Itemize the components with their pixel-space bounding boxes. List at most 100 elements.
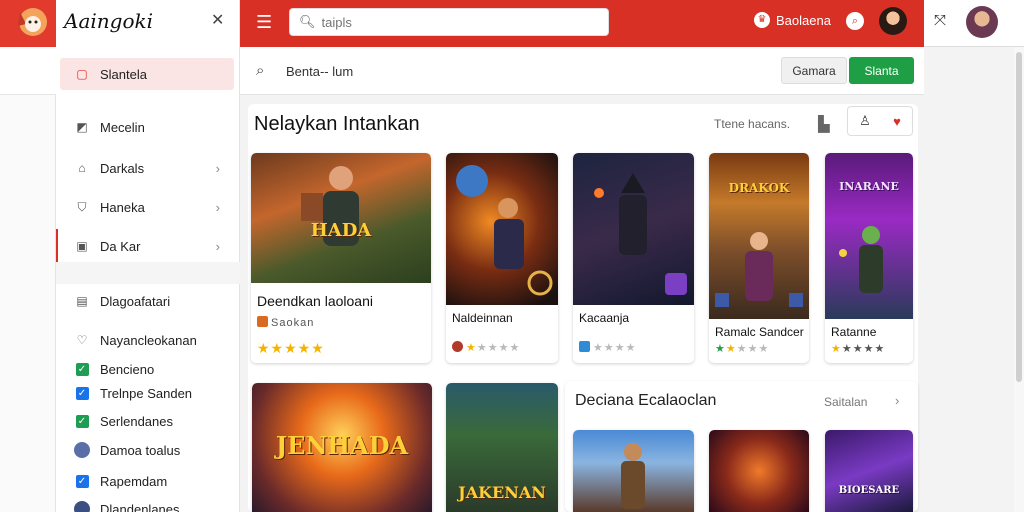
search-input[interactable] xyxy=(321,14,602,30)
warrior-icon xyxy=(456,165,553,296)
sidebar-item-label: Bencieno xyxy=(100,361,155,377)
header-search-icon[interactable]: ⌕ xyxy=(846,12,864,30)
image-icon: ▣ xyxy=(76,239,88,253)
header-avatar[interactable] xyxy=(879,7,907,35)
sidebar-sub-item[interactable]: ▤ Dlagoafatari xyxy=(56,285,240,317)
game-title: Deendkan laoloani xyxy=(257,293,373,309)
rogue-icon xyxy=(594,173,687,295)
star-rating: ★★★★★ xyxy=(715,343,770,355)
sidebar-item-label: Rapemdam xyxy=(100,473,168,489)
game-art: DRAKOK xyxy=(709,153,809,319)
section-meta[interactable]: Ttene hacans. xyxy=(714,117,790,131)
game-card[interactable] xyxy=(573,430,694,512)
avatar-icon xyxy=(74,501,90,512)
sidebar-item-label: Nayancleokanan xyxy=(100,332,197,348)
sidebar-divider xyxy=(56,262,240,284)
star-rating: ★★★★★ xyxy=(452,341,520,354)
chevron-right-icon: › xyxy=(215,238,220,254)
section-title: Nelaykan Intankan xyxy=(254,113,420,135)
star-rating: ★★★★ xyxy=(579,341,636,354)
chevron-right-icon[interactable]: › xyxy=(895,393,899,408)
chevron-right-icon: › xyxy=(215,160,220,176)
filter-bar: ⌕ Benta-- lum Gamara Slanta xyxy=(240,47,924,95)
game-title: Naldeinnan xyxy=(452,311,513,325)
sidebar-item-label: Darkals xyxy=(100,160,145,176)
primary-button[interactable]: Slanta xyxy=(849,57,914,84)
edit-icon: ◩ xyxy=(76,120,88,134)
sidebar-item-darkals[interactable]: ⌂ Darkals › xyxy=(56,152,240,184)
sidebar-item-label: Trelnpe Sanden xyxy=(100,385,193,401)
game-art: JAKENAN xyxy=(446,383,558,512)
game-art xyxy=(573,153,694,305)
check-icon: ✓ xyxy=(74,473,90,489)
game-card[interactable]: HADA Deendkan laoloani Saokan ★★★★★ xyxy=(251,153,431,363)
sidebar-item-da-kar[interactable]: ▣ Da Kar › xyxy=(56,230,240,262)
search-icon[interactable]: ⌕ xyxy=(256,62,264,79)
game-card[interactable]: JENHADA xyxy=(252,383,432,512)
game-art xyxy=(573,430,694,512)
sidebar-item-label: Dlandenlanes xyxy=(100,501,180,512)
fox-logo-icon xyxy=(18,8,47,36)
sidebar-item-label: Haneka xyxy=(100,199,145,215)
game-art: JENHADA xyxy=(252,383,432,512)
close-icon[interactable]: ✕ xyxy=(211,10,224,30)
sidebar-item-slantela[interactable]: ▢ Slantela xyxy=(56,58,240,90)
building-icon[interactable]: ▙ xyxy=(818,115,830,133)
badge-text: Saokan xyxy=(271,317,315,329)
game-card[interactable]: JAKENAN xyxy=(446,383,558,512)
game-title: Kacaanja xyxy=(579,311,630,325)
game-card[interactable]: Kacaanja ★★★★ xyxy=(573,153,694,363)
header-badge[interactable]: ♛ Baolaena xyxy=(754,12,831,28)
search-bar[interactable]: 🔍︎ xyxy=(289,8,609,36)
hamburger-menu-icon[interactable]: ☰ xyxy=(256,12,272,33)
game-art-title: JAKENAN xyxy=(458,482,546,502)
heart-icon[interactable]: ♥ xyxy=(893,114,901,129)
avatar-icon xyxy=(74,442,90,458)
game-art: HADA xyxy=(251,153,431,283)
game-card[interactable] xyxy=(709,430,809,512)
expand-icon[interactable]: ⤧ xyxy=(934,12,946,29)
game-card[interactable]: INARANE Ratanne ★★★★★ xyxy=(825,153,913,363)
section-title: Deciana Ecalaoclan xyxy=(575,392,717,409)
game-card[interactable]: BIOESARE xyxy=(825,430,913,512)
game-art xyxy=(709,430,809,512)
user-icon[interactable]: ♙ xyxy=(859,113,871,129)
game-title: Ratanne xyxy=(831,325,877,339)
document-icon: ▤ xyxy=(76,294,88,308)
adventurer-icon xyxy=(621,443,645,509)
home-icon: ⌂ xyxy=(78,161,86,175)
trophy-icon: ♛ xyxy=(754,12,770,28)
action-box[interactable]: ♙ ♥ xyxy=(847,106,913,136)
see-all-link[interactable]: Saitalan xyxy=(824,395,867,409)
check-icon: ✓ xyxy=(74,413,90,429)
secondary-button[interactable]: Gamara xyxy=(781,57,847,84)
shirt-icon: ⛉ xyxy=(77,199,87,214)
square-icon: ▢ xyxy=(76,67,88,81)
user-avatar[interactable] xyxy=(966,6,998,38)
header-badge-label: Baolaena xyxy=(776,12,831,28)
sidebar-item-label: Damoa toalus xyxy=(100,442,181,458)
sidebar-item-label: Slantela xyxy=(100,66,147,82)
game-badge: Saokan xyxy=(257,316,314,329)
chevron-right-icon: › xyxy=(215,199,220,215)
sidebar-sub-item[interactable]: Dlandenlanes xyxy=(56,493,240,512)
game-card[interactable]: Naldeinnan ★★★★★ xyxy=(446,153,558,363)
sidebar-item-mecelin[interactable]: ◩ Mecelin xyxy=(56,111,240,143)
goblin-icon xyxy=(839,226,883,293)
filter-text[interactable]: Benta-- lum xyxy=(286,64,353,79)
scrollbar-thumb[interactable] xyxy=(1016,52,1022,382)
game-art-title: JENHADA xyxy=(275,431,409,461)
sidebar-item-label: Mecelin xyxy=(100,119,145,135)
star-rating: ★★★★★ xyxy=(257,340,325,356)
game-card[interactable]: DRAKOK Ramalc Sandcer ★★★★★ xyxy=(709,153,809,363)
brand-name: Aaingoki xyxy=(64,9,154,33)
sidebar-sub-item[interactable]: Damoa toalus xyxy=(56,434,240,466)
sidebar-item-haneka[interactable]: ⛉ Haneka › xyxy=(56,191,240,223)
app-logo-tile[interactable] xyxy=(0,0,56,47)
game-art: BIOESARE xyxy=(825,430,913,512)
game-title: Ramalc Sandcer xyxy=(715,325,804,339)
sidebar-sub-item[interactable]: ♡ Nayancleokanan xyxy=(56,324,240,356)
sidebar-sub-item[interactable]: ✓ Serlendanes xyxy=(56,405,240,437)
star-rating: ★★★★★ xyxy=(831,343,886,355)
sidebar-item-label: Da Kar xyxy=(100,238,141,254)
